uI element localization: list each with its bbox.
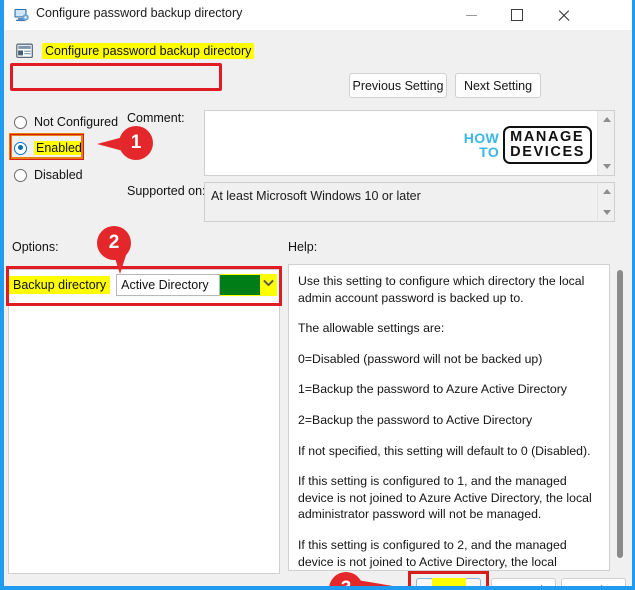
window-title: Configure password backup directory [36, 6, 243, 20]
comment-scrollbar[interactable] [597, 111, 614, 175]
callout-3-number: 3 [329, 572, 363, 586]
help-scrollbar[interactable] [617, 270, 623, 558]
help-paragraph: 0=Disabled (password will not be backed … [298, 351, 543, 366]
help-paragraph: If not specified, this setting will defa… [298, 443, 591, 458]
watermark-devices: DEVICES [510, 144, 585, 160]
apply-button[interactable]: Apply [561, 578, 626, 586]
callout-2-number: 2 [97, 226, 131, 260]
supported-on-value: At least Microsoft Windows 10 or later [211, 189, 421, 203]
setting-header-annotation-box [10, 63, 222, 91]
close-icon [557, 9, 570, 22]
policy-setting-icon [13, 7, 30, 24]
radio-disabled[interactable]: Disabled [14, 165, 83, 185]
title-bar: Configure password backup directory [4, 0, 632, 31]
how-to-manage-devices-watermark: HOW TO MANAGE DEVICES [464, 126, 592, 164]
next-setting-button[interactable]: Next Setting [455, 73, 541, 98]
configure-password-backup-directory-dialog: Configure password backup directory Conf… [0, 0, 635, 590]
watermark-to: TO [479, 144, 500, 160]
radio-enabled-label: Enabled [34, 141, 84, 155]
close-button[interactable] [540, 0, 586, 30]
scroll-down-icon[interactable] [598, 158, 615, 175]
watermark-manage: MANAGE [510, 129, 585, 146]
help-text-panel: Use this setting to configure which dire… [288, 264, 610, 571]
watermark-howto: HOW TO [464, 131, 499, 159]
help-paragraph: If this setting is configured to 1, and … [298, 474, 592, 522]
redaction-overlay [220, 275, 261, 295]
help-label: Help: [288, 240, 318, 254]
radio-not-configured-label: Not Configured [34, 115, 119, 129]
supported-on-label: Supported on: [127, 184, 206, 198]
callout-3-tail [357, 580, 405, 586]
help-paragraph: Use this setting to configure which dire… [298, 274, 585, 305]
ok-button[interactable] [416, 578, 481, 586]
dialog-body: Configure password backup directory Prev… [4, 30, 632, 586]
minimize-icon [465, 14, 477, 16]
watermark-brand-box: MANAGE DEVICES [503, 126, 592, 164]
help-paragraph: The allowable settings are: [298, 321, 445, 336]
watermark-how: HOW [463, 130, 500, 146]
options-label: Options: [12, 240, 59, 254]
options-panel [8, 269, 280, 574]
radio-not-configured[interactable]: Not Configured [14, 112, 118, 132]
scroll-down-icon[interactable] [598, 204, 615, 221]
previous-setting-button[interactable]: Previous Setting [349, 73, 447, 98]
maximize-button[interactable] [494, 0, 540, 30]
scroll-up-icon[interactable] [598, 183, 615, 200]
minimize-button[interactable] [448, 0, 494, 30]
supported-on-scrollbar[interactable] [597, 183, 614, 221]
maximize-icon [511, 9, 523, 21]
backup-directory-option-row: Backup directory Active Directory [9, 273, 277, 297]
comment-textarea[interactable]: HOW TO MANAGE DEVICES [204, 110, 615, 176]
group-policy-setting-icon [16, 43, 34, 60]
radio-enabled-mark [14, 141, 27, 155]
radio-not-configured-mark [14, 115, 27, 129]
setting-header: Configure password backup directory [12, 38, 255, 64]
chevron-down-icon[interactable] [263, 281, 272, 290]
scroll-up-icon[interactable] [598, 111, 615, 128]
supported-on-box: At least Microsoft Windows 10 or later [204, 182, 615, 222]
radio-disabled-label: Disabled [34, 168, 83, 182]
comment-label: Comment: [127, 111, 185, 125]
help-paragraph: If this setting is configured to 2, and … [298, 537, 567, 569]
radio-enabled[interactable]: Enabled [14, 138, 84, 158]
cancel-button[interactable]: Cancel [491, 578, 556, 586]
backup-directory-dropdown[interactable]: Active Directory [116, 274, 277, 296]
help-paragraph: 2=Backup the password to Active Director… [298, 412, 533, 427]
callout-1-number: 1 [119, 126, 153, 160]
setting-name-label: Configure password backup directory [42, 43, 255, 59]
backup-directory-label: Backup directory [9, 276, 111, 294]
help-paragraph: 1=Backup the password to Azure Active Di… [298, 382, 567, 397]
backup-directory-value: Active Directory [116, 274, 221, 296]
radio-disabled-mark [14, 168, 27, 182]
